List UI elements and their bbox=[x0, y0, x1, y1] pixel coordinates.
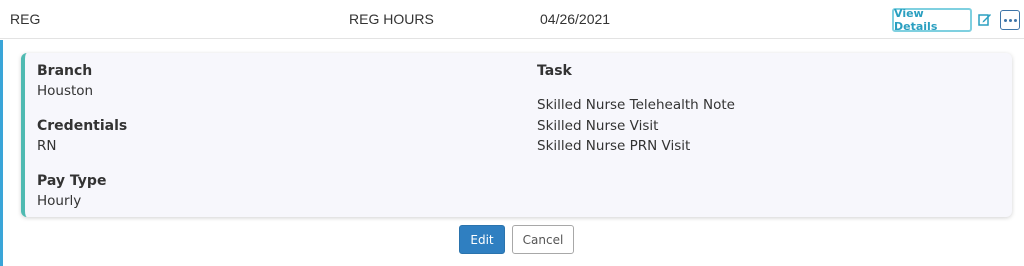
task-item: Skilled Nurse Telehealth Note bbox=[537, 97, 735, 113]
edit-button[interactable]: Edit bbox=[459, 225, 505, 254]
edit-icon[interactable] bbox=[978, 12, 992, 26]
details-card: Branch Houston Credentials RN Pay Type H… bbox=[21, 53, 1012, 217]
more-options-icon bbox=[1003, 18, 1007, 22]
view-details-button[interactable]: View Details bbox=[892, 7, 972, 33]
row-type: REG bbox=[10, 11, 41, 27]
credentials-label: Credentials bbox=[37, 118, 128, 134]
pay-type-value: Hourly bbox=[37, 193, 82, 209]
more-options-button[interactable] bbox=[1000, 10, 1020, 30]
task-item: Skilled Nurse PRN Visit bbox=[537, 138, 691, 154]
task-item: Skilled Nurse Visit bbox=[537, 118, 659, 134]
credentials-value: RN bbox=[37, 138, 57, 154]
row-date: 04/26/2021 bbox=[540, 11, 611, 27]
pay-type-label: Pay Type bbox=[37, 173, 107, 189]
table-row: REG REG HOURS 04/26/2021 View Details bbox=[0, 0, 1024, 39]
row-hours-type: REG HOURS bbox=[349, 11, 434, 27]
cancel-button[interactable]: Cancel bbox=[512, 225, 574, 254]
expanded-row-details: Branch Houston Credentials RN Pay Type H… bbox=[0, 40, 1024, 266]
task-label: Task bbox=[537, 63, 572, 79]
branch-value: Houston bbox=[37, 83, 94, 99]
branch-label: Branch bbox=[37, 63, 93, 79]
